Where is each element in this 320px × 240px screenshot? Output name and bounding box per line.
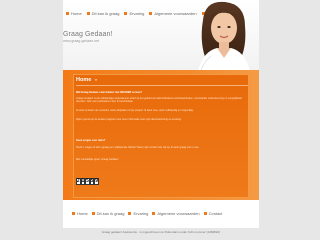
content-paragraph: Ik werk op basis van uurtarief, vaste af… xyxy=(76,109,194,112)
footer-label: Contact xyxy=(208,210,223,216)
counter-digit: 9 xyxy=(94,178,99,185)
footer-label: Dit kan ik graag xyxy=(96,210,125,216)
footer-navigation: Home Dit kan ik graag Ervaring Algemene … xyxy=(72,209,222,217)
nav-item-ervaring[interactable]: Ervaring xyxy=(124,11,144,16)
nav-item-home[interactable]: Home xyxy=(66,11,82,16)
footer-item-contact[interactable]: Contact xyxy=(203,210,223,216)
content-paragraph: Heeft u vragen of wilt u graag een vrijb… xyxy=(76,146,200,149)
bullet-icon xyxy=(66,11,69,15)
bullet-icon xyxy=(152,211,156,215)
content-title: Home » xyxy=(76,77,97,83)
bullet-icon xyxy=(149,11,153,15)
content-paragraph: Met vriendelijke groet, Graag Gedaan! xyxy=(76,158,119,161)
nav-label: Ervaring xyxy=(129,10,145,16)
bullet-icon xyxy=(203,211,207,215)
bullet-icon xyxy=(91,211,95,215)
footer-label: Algemene voorwaarden xyxy=(157,210,200,216)
nav-label: Algemene voorwaarden xyxy=(154,10,197,16)
bullet-icon xyxy=(124,11,128,15)
header: Home Dit kan ik graag Ervaring Algemene … xyxy=(63,0,259,70)
footer-item-dit-kan-ik-graag[interactable]: Dit kan ik graag xyxy=(91,210,125,216)
footer-label: Home xyxy=(77,210,88,216)
page-container: Home Dit kan ik graag Ervaring Algemene … xyxy=(63,0,259,228)
content-panel: Home » Wat Graag Gedaan u kan bieden met… xyxy=(73,74,249,198)
divider xyxy=(76,85,248,86)
content-paragraph: Kijkt u gerust op de andere pagina's voo… xyxy=(76,118,182,121)
site-url: www.graag-gedaan.net xyxy=(63,39,99,43)
arrow-icon: » xyxy=(94,77,98,82)
content-title-text: Home xyxy=(76,77,92,83)
nav-label: Home xyxy=(71,10,82,16)
footer-credit: · Graag gedaan! Assistentie · is ingesch… xyxy=(99,230,221,234)
header-photo xyxy=(198,1,250,70)
footer-item-algemene-voorwaarden[interactable]: Algemene voorwaarden xyxy=(152,210,200,216)
footer-label: Ervaring xyxy=(133,210,149,216)
content-paragraph: Graag Gedaan! is als zelfstandige onders… xyxy=(76,97,243,104)
bullet-icon xyxy=(86,11,90,15)
nav-item-algemene-voorwaarden[interactable]: Algemene voorwaarden xyxy=(149,10,197,16)
site-title: Graag Gedaan! xyxy=(63,31,113,38)
bullet-icon xyxy=(72,211,75,215)
brand: Graag Gedaan! www.graag-gedaan.net xyxy=(63,31,113,43)
nav-item-dit-kan-ik-graag[interactable]: Dit kan ik graag xyxy=(86,10,120,16)
content-heading: Wat Graag Gedaan u kan bieden met WAGNER… xyxy=(76,91,143,94)
content-heading: Geen zorgen voor niets? xyxy=(76,139,106,142)
bullet-icon xyxy=(128,211,132,215)
footer-item-ervaring[interactable]: Ervaring xyxy=(128,211,148,216)
footer-item-home[interactable]: Home xyxy=(72,211,88,216)
visitor-counter: 2 1 5 5 9 xyxy=(76,178,99,185)
nav-label: Dit kan ik graag xyxy=(91,10,120,16)
